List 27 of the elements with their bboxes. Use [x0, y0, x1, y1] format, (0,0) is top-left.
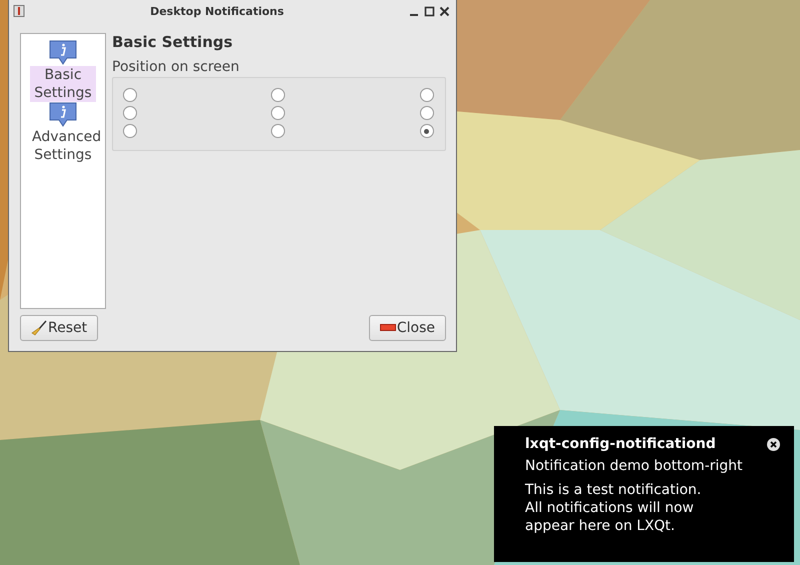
- info-icon: [49, 102, 77, 128]
- group-label: Position on screen: [112, 59, 240, 75]
- radio-button[interactable]: [123, 124, 137, 138]
- radio-button[interactable]: [420, 106, 434, 120]
- radio-button[interactable]: [123, 106, 137, 120]
- info-icon: [49, 40, 77, 66]
- radio-button[interactable]: [271, 124, 286, 138]
- radio-button[interactable]: [420, 88, 434, 102]
- page-heading: Basic Settings: [112, 33, 234, 51]
- close-button-icon: [380, 324, 396, 332]
- notification-app: lxqt-config-notificationd: [525, 436, 716, 452]
- window-title: Desktop Notifications: [149, 4, 285, 18]
- close-icon[interactable]: [439, 6, 450, 16]
- radio-button[interactable]: [271, 88, 286, 102]
- notification-summary: Notification demo bottom-right: [525, 458, 744, 474]
- sidebar-item[interactable]: Basic Settings: [21, 40, 105, 102]
- notification-body: This is a test notification. All notifications will now appear here on LXQt.: [525, 481, 702, 535]
- app-icon: [13, 5, 25, 17]
- radio-button[interactable]: [420, 124, 434, 138]
- sidebar-item[interactable]: Advanced Settings: [21, 102, 105, 164]
- broom-icon: [31, 320, 47, 336]
- radio-button[interactable]: [271, 106, 286, 120]
- close-button[interactable]: Close: [368, 315, 446, 341]
- maximize-icon[interactable]: [424, 6, 435, 16]
- close-icon[interactable]: [767, 438, 780, 450]
- reset-button[interactable]: Reset: [20, 315, 98, 341]
- radio-button[interactable]: [123, 88, 137, 102]
